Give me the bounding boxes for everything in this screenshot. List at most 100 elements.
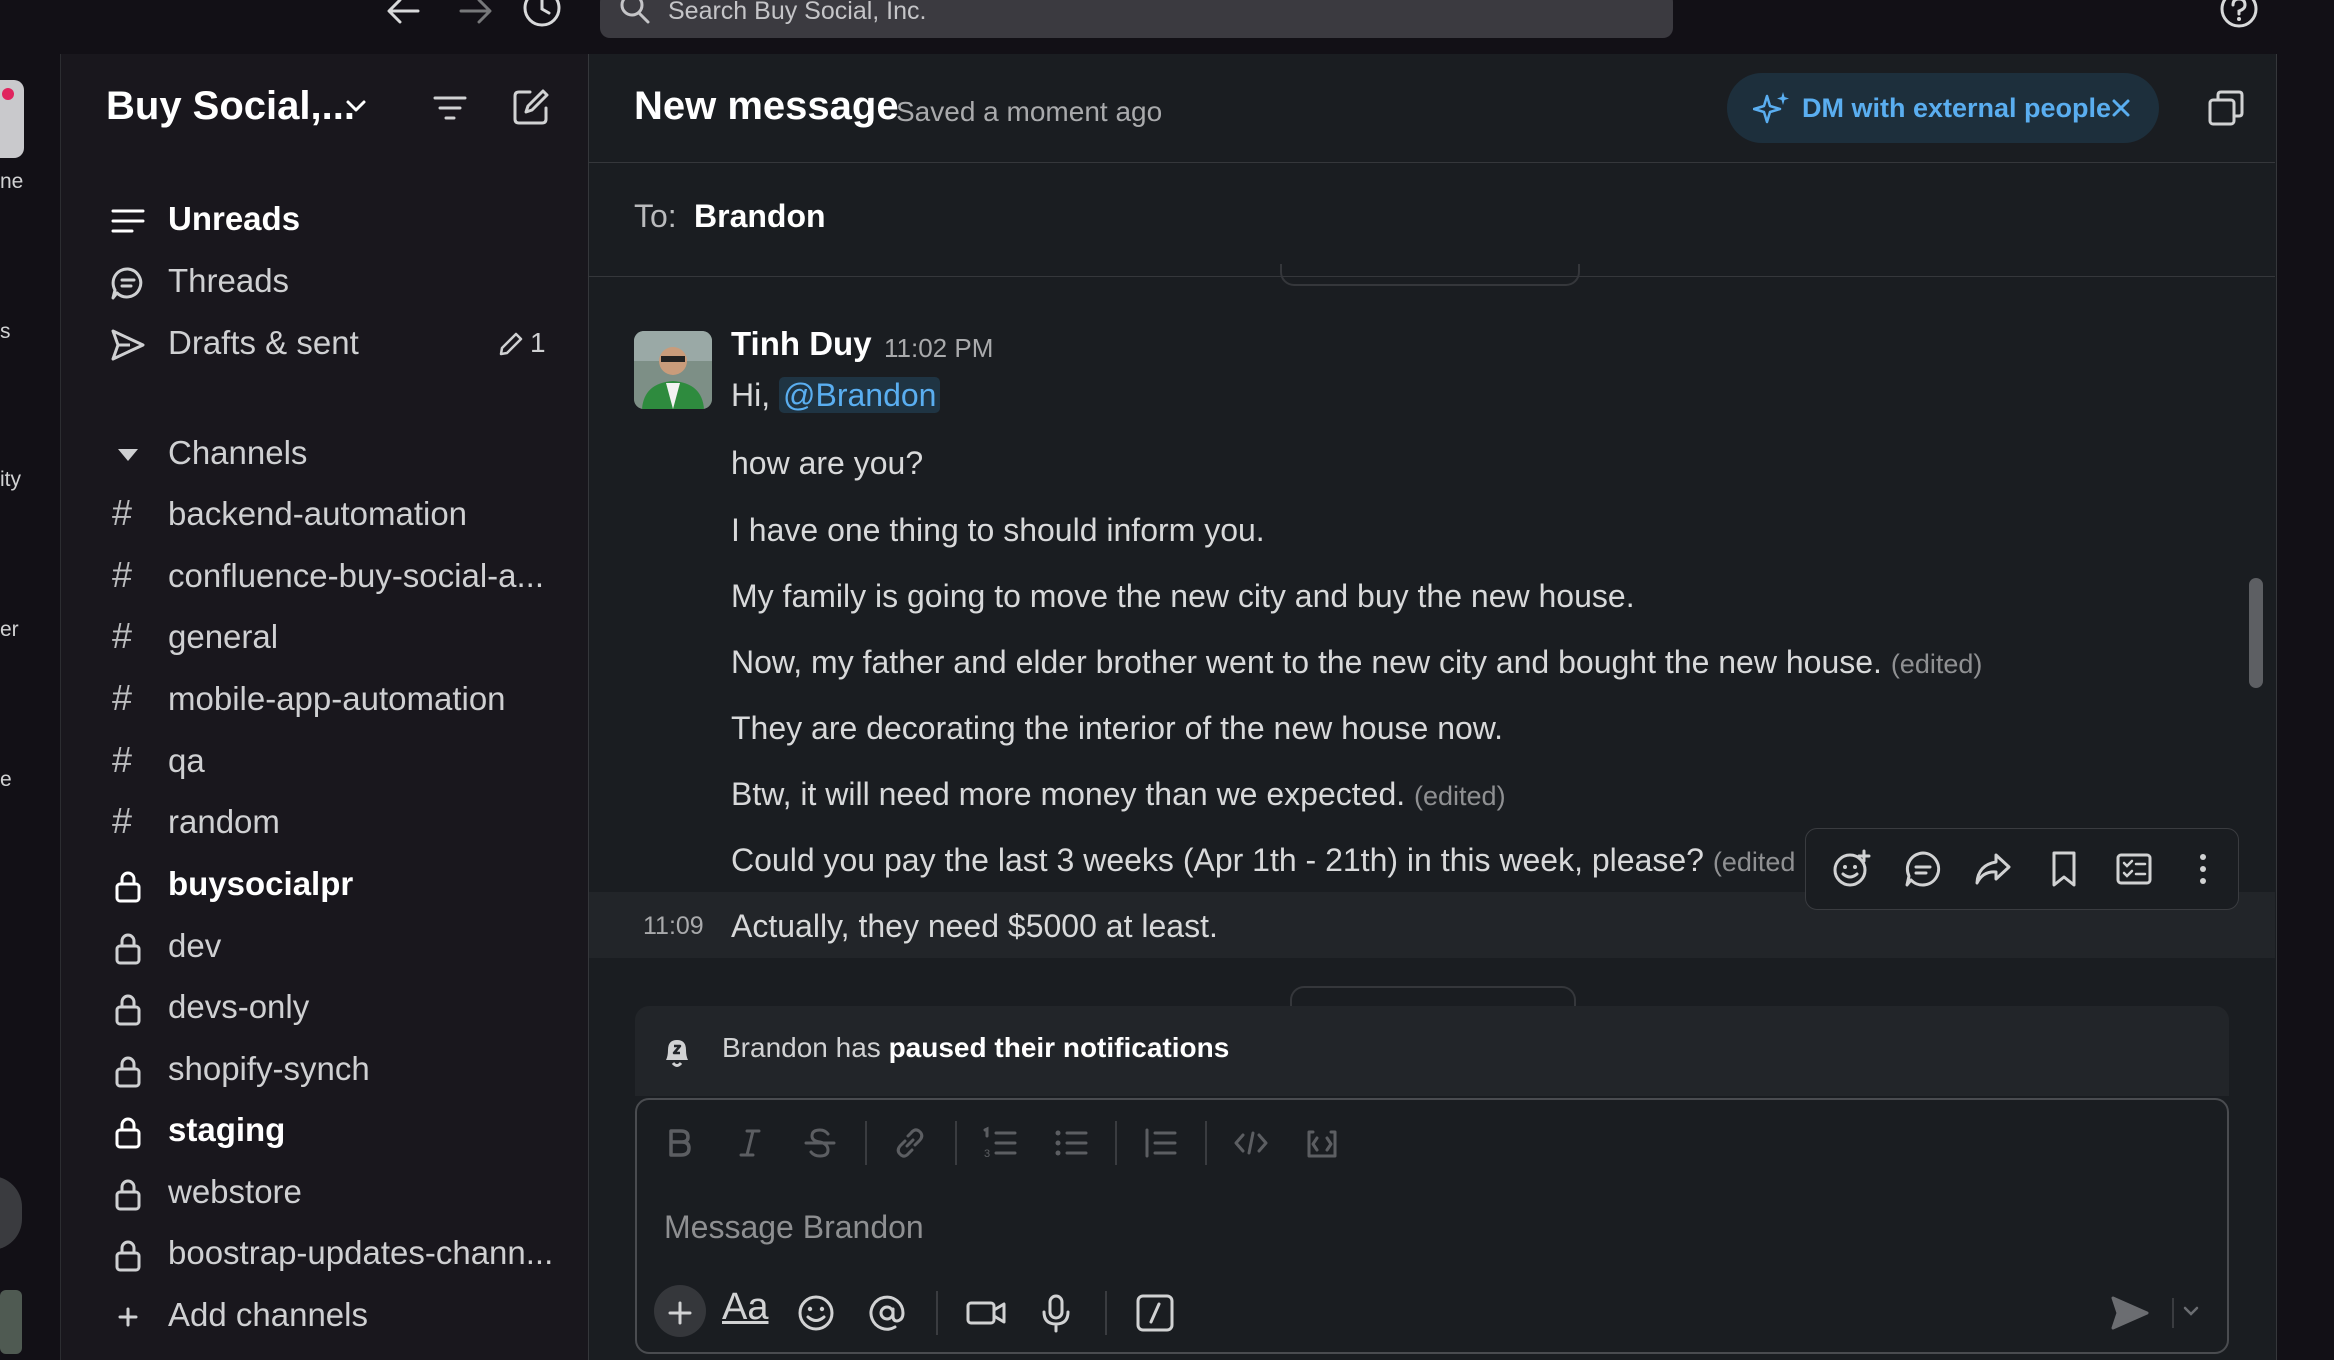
channel-random[interactable]: # random [110,796,560,848]
channel-name: staging [168,1111,286,1148]
emoji-icon[interactable] [794,1291,838,1335]
add-channels-button[interactable]: Add channels [110,1289,560,1341]
open-in-window-icon[interactable] [2206,88,2246,128]
sidebar-item-threads[interactable]: Threads [110,255,560,307]
message-text: Could you pay the last 3 weeks (Apr 1th … [731,842,1704,878]
lock-icon [110,868,146,904]
saved-status: Saved a moment ago [896,96,1163,127]
channel-staging[interactable]: staging [110,1104,560,1156]
message-line: My family is going to move the new city … [731,574,1635,618]
sidebar-item-unreads[interactable]: Unreads [110,193,560,245]
chevron-down-icon[interactable] [344,96,368,116]
message-text: My family is going to move the new city … [731,578,1635,614]
svg-text:3: 3 [984,1148,990,1160]
send-options-chevron-icon[interactable] [2180,1300,2202,1322]
numbered-list-icon[interactable]: 3 [981,1124,1019,1162]
rail-label-home[interactable]: ne [0,170,23,194]
workspace-rail [0,54,61,1360]
strikethrough-icon[interactable] [801,1124,839,1162]
search-icon [617,0,653,28]
user-mention[interactable]: @Brandon [779,377,941,413]
message-input[interactable] [662,1202,2066,1252]
help-icon[interactable] [2218,0,2260,34]
save-to-list-icon[interactable] [2114,849,2154,889]
code-icon[interactable] [1232,1124,1270,1162]
sidebar-item-label: Unreads [168,200,301,237]
channel-confluence[interactable]: # confluence-buy-social-a... [110,550,560,602]
bookmark-icon[interactable] [2044,849,2084,889]
lock-icon [110,991,146,1027]
message-author[interactable]: Tinh Duy [731,325,872,363]
channel-dev[interactable]: dev [110,920,560,972]
send-divider [2172,1298,2174,1328]
video-icon[interactable] [964,1291,1008,1335]
reply-thread-icon[interactable] [1903,849,1943,889]
history-icon[interactable] [520,0,564,30]
add-channels-label: Add channels [168,1296,368,1333]
channel-general[interactable]: # general [110,611,560,663]
send-button-icon[interactable] [2108,1291,2152,1335]
message-line: Actually, they need $5000 at least. [731,904,1218,948]
right-edge-panel [2276,54,2334,1360]
workspace-name[interactable]: Buy Social,... [106,84,355,129]
compose-icon[interactable] [510,86,552,128]
edited-label: (edited) [1890,649,1983,679]
formatting-toggle[interactable]: Aa [722,1286,768,1329]
avatar[interactable] [634,331,712,409]
mention-icon[interactable] [865,1291,909,1335]
add-reaction-icon[interactable] [1832,849,1872,889]
more-actions-icon[interactable] [2183,849,2223,889]
channels-section-header[interactable]: Channels [110,427,560,479]
message-text: They are decorating the interior of the … [731,710,1504,746]
scrollbar-thumb[interactable] [2249,578,2263,688]
recipient-name[interactable]: Brandon [694,198,826,235]
forward-arrow-icon[interactable] [455,0,497,28]
rail-label-activity[interactable]: ity [0,468,21,492]
channel-buysocialpr[interactable]: buysocialpr [110,858,560,910]
caret-down-icon [110,437,146,473]
share-forward-icon[interactable] [1973,849,2013,889]
sidebar-item-drafts[interactable]: Drafts & sent 1 [110,317,560,369]
rail-label-more[interactable]: e [0,768,12,792]
channel-name: mobile-app-automation [168,680,506,717]
channel-devs-only[interactable]: devs-only [110,981,560,1033]
toolbar-divider [936,1291,938,1335]
channel-name: random [168,803,280,840]
notice-status: paused their notifications [888,1032,1230,1063]
channel-backend-automation[interactable]: # backend-automation [110,488,560,540]
recipient-row[interactable] [589,163,2275,277]
back-arrow-icon[interactable] [382,0,424,28]
message-hover-timestamp[interactable]: 11:09 [643,912,704,941]
channel-webstore[interactable]: webstore [110,1166,560,1218]
channel-qa[interactable]: # qa [110,735,560,787]
microphone-icon[interactable] [1034,1291,1078,1335]
channel-name: devs-only [168,988,310,1025]
hash-icon: # [112,800,133,841]
bold-icon[interactable] [660,1124,698,1162]
user-avatar[interactable] [0,1290,22,1354]
close-icon[interactable] [2109,96,2133,120]
channel-boostrap-updates[interactable]: boostrap-updates-chann... [110,1227,560,1279]
edited-label: (edited [1712,847,1796,877]
channel-mobile-app-automation[interactable]: # mobile-app-automation [110,673,560,725]
message-text: Btw, it will need more money than we exp… [731,776,1406,812]
italic-icon[interactable] [731,1124,769,1162]
message-line: how are you? [731,441,923,485]
blockquote-icon[interactable] [1141,1124,1179,1162]
message-timestamp[interactable]: 11:02 PM [884,333,993,364]
slash-command-icon[interactable] [1133,1291,1177,1335]
plus-icon [110,1299,146,1335]
pencil-icon [498,331,524,357]
link-icon[interactable] [891,1124,929,1162]
toolbar-divider [955,1121,957,1165]
filter-icon[interactable] [432,92,468,124]
channel-name: webstore [168,1173,302,1210]
bulleted-list-icon[interactable] [1052,1124,1090,1162]
message-line: They are decorating the interior of the … [731,706,1503,750]
search-placeholder[interactable]: Search Buy Social, Inc. [668,0,926,30]
toolbar-divider [865,1121,867,1165]
rail-label-dms[interactable]: s [0,320,11,344]
code-block-icon[interactable] [1303,1124,1341,1162]
channel-shopify-synch[interactable]: shopify-synch [110,1043,560,1095]
rail-label-later[interactable]: er [0,618,19,642]
